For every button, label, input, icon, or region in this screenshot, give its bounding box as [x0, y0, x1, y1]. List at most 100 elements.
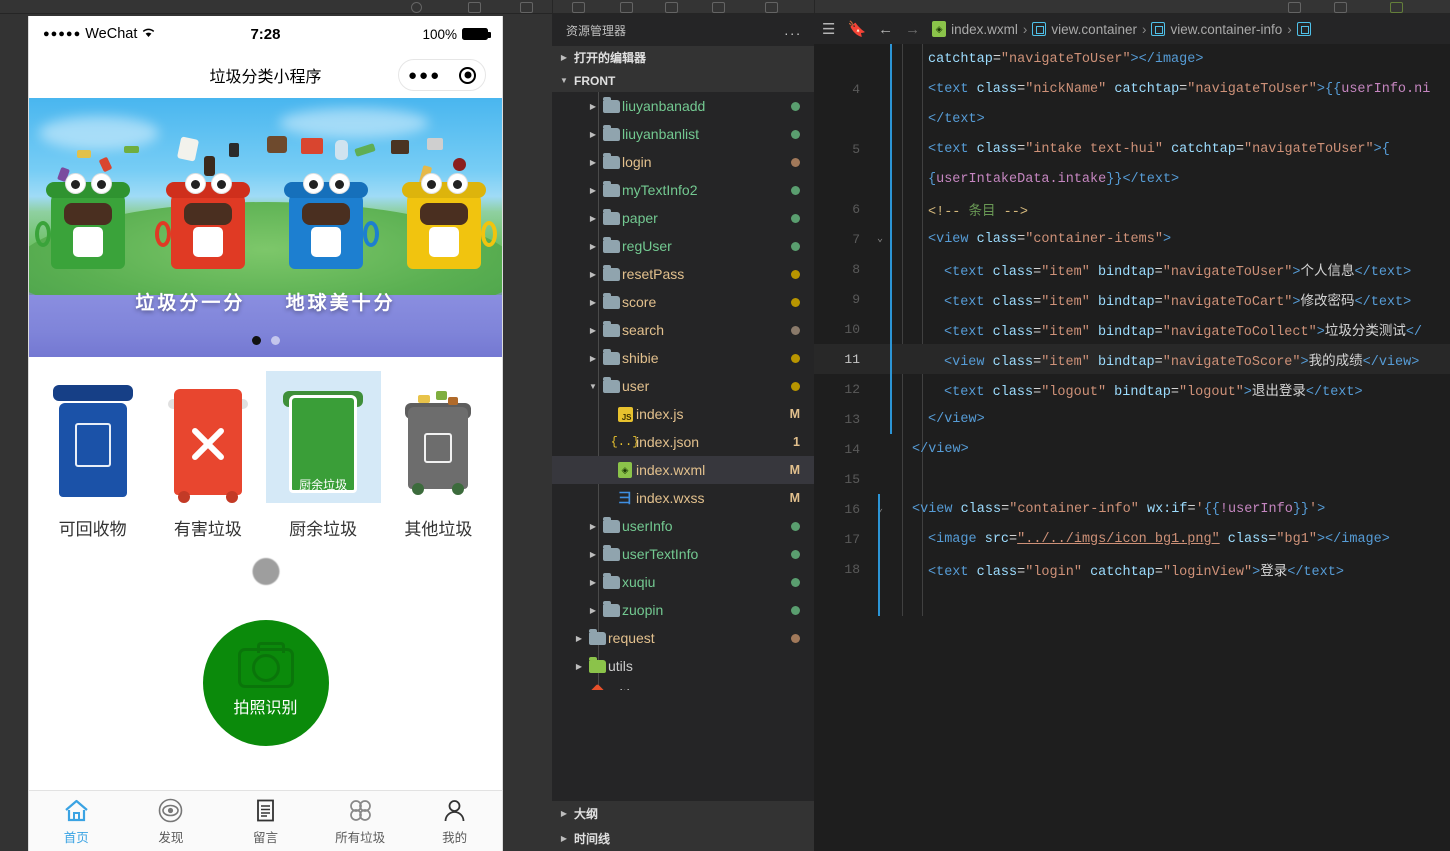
- chevron-right-icon[interactable]: ▶: [586, 130, 600, 139]
- code-line[interactable]: {userIntakeData.intake}}</text>: [814, 164, 1450, 194]
- tab-discover[interactable]: 发现: [124, 791, 219, 851]
- chevron-right-icon[interactable]: ▶: [586, 242, 600, 251]
- tree-folder-item[interactable]: ▶ paper: [552, 204, 814, 232]
- breadcrumb-file[interactable]: ◈ index.wxml: [932, 21, 1018, 37]
- code-line[interactable]: </text>: [814, 104, 1450, 134]
- close-target-icon[interactable]: [459, 66, 477, 84]
- chevron-right-icon[interactable]: ▶: [586, 550, 600, 559]
- code-line[interactable]: 10 <text class="item" bindtap="navigateTo…: [814, 314, 1450, 344]
- tree-file-item[interactable]: {..} index.json 1: [552, 428, 814, 456]
- open-editors-section[interactable]: ▶ 打开的编辑器: [552, 46, 814, 69]
- tree-file-item[interactable]: 彐 index.wxss M: [552, 484, 814, 512]
- tree-file-item[interactable]: ◆.gitignore: [552, 680, 814, 690]
- category-item-other[interactable]: 其他垃圾: [381, 371, 496, 540]
- tree-file-item[interactable]: JS index.js M: [552, 400, 814, 428]
- outline-section[interactable]: ▶ 大纲: [552, 801, 814, 826]
- category-item-recyclable[interactable]: 可回收物: [35, 371, 150, 540]
- code-area[interactable]: catchtap="navigateToUser"></image> 4 <text…: [814, 44, 1450, 616]
- toolbar-icon-8[interactable]: [1288, 2, 1301, 13]
- chevron-right-icon[interactable]: ▶: [586, 102, 600, 111]
- tree-folder-item[interactable]: ▶ login: [552, 148, 814, 176]
- toolbar-icon-2[interactable]: [520, 2, 533, 13]
- chevron-right-icon[interactable]: ▶: [586, 354, 600, 363]
- home-banner[interactable]: 垃圾分一分 地球美十分: [29, 98, 502, 357]
- code-line[interactable]: 7 ⌄ <view class="container-items">: [814, 224, 1450, 254]
- tree-folder-item[interactable]: ▶ userInfo: [552, 512, 814, 540]
- code-line[interactable]: 14 </view>: [814, 434, 1450, 464]
- code-line[interactable]: 17 <image src="../../imgs/icon_bg1.png" c…: [814, 524, 1450, 554]
- banner-dots[interactable]: [251, 336, 280, 345]
- toolbar-icon-7[interactable]: [765, 2, 778, 13]
- tree-folder-item[interactable]: ▶ request: [552, 624, 814, 652]
- code-line[interactable]: 11 <view class="item" bindtap="navigateTo…: [814, 344, 1450, 374]
- chevron-right-icon[interactable]: ▶: [586, 606, 600, 615]
- code-line[interactable]: catchtap="navigateToUser"></image>: [814, 44, 1450, 74]
- toolbar-icon-1[interactable]: [468, 2, 481, 13]
- code-line[interactable]: 18 <text class="login" catchtap="loginVie…: [814, 554, 1450, 584]
- refresh-icon[interactable]: [411, 2, 422, 13]
- tree-folder-item[interactable]: ▶ zuopin: [552, 596, 814, 624]
- code-line[interactable]: 13 </view>: [814, 404, 1450, 434]
- project-section[interactable]: ▼ FRONT: [552, 69, 814, 92]
- breadcrumb-symbol-1[interactable]: view.container: [1032, 22, 1137, 37]
- bookmark-icon[interactable]: 🔖: [847, 20, 866, 38]
- banner-dot-active[interactable]: [251, 336, 261, 345]
- tree-folder-item[interactable]: ▶ score: [552, 288, 814, 316]
- tree-folder-item[interactable]: ▶ search: [552, 316, 814, 344]
- back-arrow-icon[interactable]: ←: [878, 21, 893, 38]
- timeline-section[interactable]: ▶ 时间线: [552, 826, 814, 851]
- code-line[interactable]: 9 <text class="item" bindtap="navigateToC…: [814, 284, 1450, 314]
- tree-folder-item[interactable]: ▶ utils: [552, 652, 814, 680]
- chevron-right-icon[interactable]: ▶: [586, 158, 600, 167]
- toolbar-icon-3[interactable]: [572, 2, 585, 13]
- code-line[interactable]: 6 <!-- 条目 -->: [814, 194, 1450, 224]
- tab-home[interactable]: 首页: [29, 791, 124, 851]
- code-line[interactable]: 16 ⌄ <view class="container-info" wx:if='{…: [814, 494, 1450, 524]
- toolbar-icon-4[interactable]: [620, 2, 633, 13]
- tree-folder-item[interactable]: ▶ liuyanbanadd: [552, 92, 814, 120]
- chevron-right-icon[interactable]: ▶: [586, 214, 600, 223]
- chevron-right-icon[interactable]: ▶: [586, 298, 600, 307]
- code-line[interactable]: 8 <text class="item" bindtap="navigateToU…: [814, 254, 1450, 284]
- more-actions-icon[interactable]: ...: [784, 22, 802, 38]
- tree-folder-item[interactable]: ▶ resetPass: [552, 260, 814, 288]
- category-item-kitchen[interactable]: 厨余垃圾 厨余垃圾: [265, 371, 381, 540]
- tree-folder-item[interactable]: ▶ myTextInfo2: [552, 176, 814, 204]
- code-line[interactable]: 5 <text class="intake text-hui" catchtap=…: [814, 134, 1450, 164]
- code-line[interactable]: 4 <text class="nickName" catchtap="naviga…: [814, 74, 1450, 104]
- tree-folder-item[interactable]: ▶ xuqiu: [552, 568, 814, 596]
- chevron-right-icon[interactable]: ▶: [586, 578, 600, 587]
- tree-folder-item[interactable]: ▶ userTextInfo: [552, 540, 814, 568]
- chevron-right-icon[interactable]: ▶: [586, 270, 600, 279]
- fold-chevron-icon[interactable]: ⌄: [870, 503, 890, 515]
- breadcrumb[interactable]: ☰ 🔖 ← → ◈ index.wxml › view.container › …: [814, 14, 1450, 44]
- tab-all-trash[interactable]: 所有垃圾: [313, 791, 408, 851]
- file-tree[interactable]: ▶ liuyanbanadd ▶ liuyanbanlist ▶ login ▶ myText…: [552, 92, 814, 690]
- chevron-right-icon[interactable]: ▶: [572, 662, 586, 671]
- tree-file-item[interactable]: ◈ index.wxml M: [552, 456, 814, 484]
- toolbar-icon-6[interactable]: [712, 2, 725, 13]
- wechat-capsule[interactable]: ●●●: [398, 59, 486, 91]
- category-item-hazardous[interactable]: 有害垃圾: [150, 371, 265, 540]
- toolbar-icon-9[interactable]: [1334, 2, 1347, 13]
- more-dots-icon[interactable]: ●●●: [408, 68, 441, 83]
- toolbar-icon-10[interactable]: [1390, 2, 1403, 13]
- code-line[interactable]: 12 <text class="logout" bindtap="logout">…: [814, 374, 1450, 404]
- forward-arrow-icon[interactable]: →: [905, 21, 920, 38]
- chevron-right-icon[interactable]: ▶: [586, 522, 600, 531]
- camera-recognize-button[interactable]: 拍照识别: [202, 620, 329, 746]
- tab-mine[interactable]: 我的: [407, 791, 502, 851]
- tree-folder-item[interactable]: ▼ user: [552, 372, 814, 400]
- tree-folder-item[interactable]: ▶ shibie: [552, 344, 814, 372]
- tree-folder-item[interactable]: ▶ liuyanbanlist: [552, 120, 814, 148]
- code-line[interactable]: 15: [814, 464, 1450, 494]
- breadcrumb-symbol-3[interactable]: [1296, 22, 1311, 36]
- fold-chevron-icon[interactable]: ⌄: [870, 233, 890, 245]
- chevron-right-icon[interactable]: ▶: [586, 326, 600, 335]
- chevron-down-icon[interactable]: ▼: [586, 382, 600, 391]
- tab-message[interactable]: 留言: [218, 791, 313, 851]
- list-icon[interactable]: ☰: [822, 20, 835, 38]
- tree-folder-item[interactable]: ▶ regUser: [552, 232, 814, 260]
- chevron-right-icon[interactable]: ▶: [572, 634, 586, 643]
- toolbar-icon-5[interactable]: [665, 2, 678, 13]
